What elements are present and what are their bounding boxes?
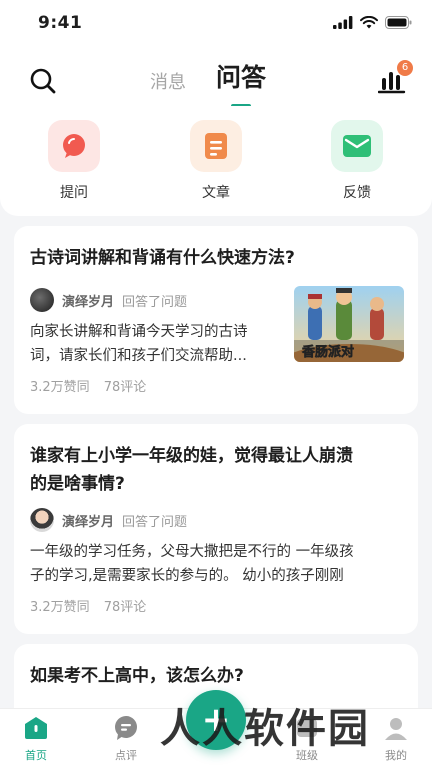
title-line: 的是啥事情? bbox=[30, 474, 125, 494]
status-bar: 9:41 bbox=[0, 0, 432, 48]
author-action: 回答了问题 bbox=[122, 294, 188, 310]
title-line: 谁家有上小学一年级的娃，觉得最让人崩溃 bbox=[30, 446, 353, 466]
card-meta: 3.2万赞同 78评论 bbox=[30, 596, 146, 615]
feed-card[interactable]: 古诗词讲解和背诵有什么快速方法? 演绎岁月 回答了问题 向家长讲解和背诵今天学习… bbox=[14, 226, 418, 414]
answer-excerpt[interactable]: 向家长讲解和背诵今天学习的古诗 词，请家长们和孩子们交流帮助... bbox=[30, 320, 290, 368]
question-title[interactable]: 古诗词讲解和背诵有什么快速方法? bbox=[30, 244, 402, 272]
feed-card[interactable]: 谁家有上小学一年级的娃，觉得最让人崩溃 的是啥事情? 演绎岁月 回答了问题 一年… bbox=[14, 424, 418, 634]
author-name[interactable]: 演绎岁月 bbox=[62, 291, 114, 310]
top-nav: 消息 问答 6 bbox=[0, 48, 432, 108]
answer-excerpt[interactable]: 一年级的学习任务，父母大撒把是不行的 一年级孩 子的学习,是需要家长的参与的。 … bbox=[30, 540, 410, 588]
watermark: 人人软件园 bbox=[160, 706, 370, 752]
status-time: 9:41 bbox=[38, 13, 83, 33]
excerpt-line: 向家长讲解和背诵今天学习的古诗 bbox=[30, 324, 248, 340]
thumbnail-image[interactable]: 香肠派对 bbox=[294, 286, 404, 362]
excerpt-line: 一年级的学习任务，父母大撒把是不行的 一年级孩 bbox=[30, 544, 354, 560]
profile-icon bbox=[385, 718, 407, 740]
tab-qa[interactable]: 问答 bbox=[216, 58, 266, 108]
feedback-label: 反馈 bbox=[343, 185, 371, 201]
tab-review[interactable]: 点评 bbox=[96, 715, 156, 763]
notification-badge: 6 bbox=[397, 60, 413, 76]
excerpt-line: 词，请家长们和孩子们交流帮助... bbox=[30, 348, 247, 364]
header-tabs: 消息 问答 bbox=[150, 58, 266, 108]
excerpt-line: 子的学习,是需要家长的参与的。 幼小的孩子刚刚 bbox=[30, 568, 344, 584]
search-icon[interactable] bbox=[28, 66, 58, 96]
likes-count: 3.2万赞同 bbox=[30, 380, 90, 395]
signal-icon bbox=[333, 16, 353, 29]
wifi-icon bbox=[360, 16, 378, 29]
tab-home[interactable]: 首页 bbox=[6, 715, 66, 763]
tab-review-label: 点评 bbox=[115, 749, 137, 762]
comment-icon bbox=[115, 716, 137, 740]
thumbnail-caption: 香肠派对 bbox=[301, 344, 354, 360]
tab-profile-label: 我的 bbox=[385, 749, 407, 762]
ask-question-label: 提问 bbox=[60, 185, 88, 201]
author-row: 演绎岁月 回答了问题 bbox=[30, 508, 187, 532]
likes-count: 3.2万赞同 bbox=[30, 600, 90, 615]
article-label: 文章 bbox=[202, 185, 230, 201]
author-row: 演绎岁月 回答了问题 bbox=[30, 288, 187, 312]
question-title[interactable]: 谁家有上小学一年级的娃，觉得最让人崩溃 的是啥事情? bbox=[30, 442, 402, 498]
article-button[interactable]: 文章 bbox=[184, 120, 248, 202]
tab-profile[interactable]: 我的 bbox=[366, 715, 426, 763]
card-meta: 3.2万赞同 78评论 bbox=[30, 376, 146, 395]
author-name[interactable]: 演绎岁月 bbox=[62, 511, 114, 530]
author-action: 回答了问题 bbox=[122, 514, 188, 530]
quick-actions: 提问 文章 反馈 bbox=[0, 106, 432, 216]
status-icons bbox=[333, 16, 412, 29]
tab-messages[interactable]: 消息 bbox=[150, 68, 186, 98]
document-icon bbox=[190, 120, 242, 172]
battery-icon bbox=[385, 16, 412, 29]
speech-bubble-icon bbox=[48, 120, 100, 172]
home-icon bbox=[25, 717, 47, 739]
question-title[interactable]: 如果考不上高中，该怎么办? bbox=[30, 662, 402, 690]
envelope-icon bbox=[331, 120, 383, 172]
comments-count[interactable]: 78评论 bbox=[104, 596, 147, 615]
avatar[interactable] bbox=[30, 288, 54, 312]
avatar[interactable] bbox=[30, 508, 54, 532]
feedback-button[interactable]: 反馈 bbox=[325, 120, 389, 202]
ask-question-button[interactable]: 提问 bbox=[42, 120, 106, 202]
tab-home-label: 首页 bbox=[25, 749, 47, 762]
comments-count[interactable]: 78评论 bbox=[104, 376, 147, 395]
